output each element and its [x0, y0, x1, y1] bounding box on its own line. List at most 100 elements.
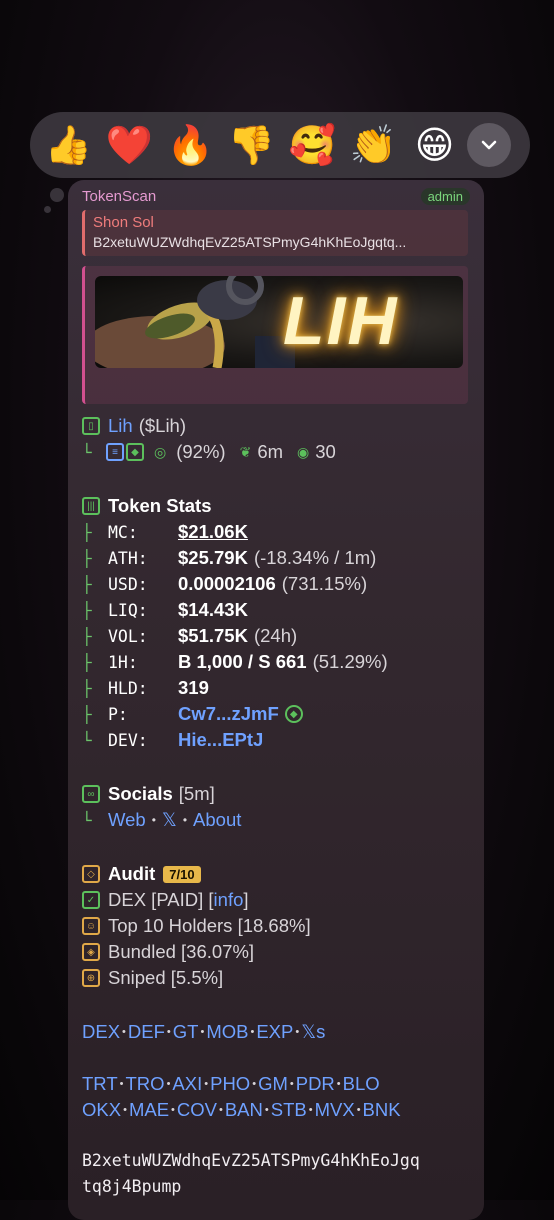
stat-label: P:	[108, 704, 128, 724]
link-mae[interactable]: MAE	[129, 1099, 169, 1121]
audit-top10: Top 10 Holders [18.68%]	[108, 915, 311, 936]
message-bubble[interactable]: TokenScan admin Shon Sol B2xetuWUZWdhqEv…	[68, 180, 484, 1220]
link-okx[interactable]: OKX	[82, 1099, 121, 1121]
audit-dex-row: ✓ DEX [PAID] [ info ]	[82, 888, 249, 912]
tree-connector: ├	[82, 704, 92, 724]
separator: •	[122, 1026, 126, 1038]
link-mvx[interactable]: MVX	[315, 1099, 355, 1121]
tree-connector: └	[82, 810, 92, 830]
link-def[interactable]: DEF	[128, 1021, 165, 1043]
pill-icon[interactable]: ◆	[126, 443, 144, 461]
reaction-clap[interactable]: 👏	[343, 117, 404, 173]
audit-dex: DEX [PAID] [	[108, 889, 214, 910]
stat-value-vol: $51.75K	[178, 625, 248, 646]
link-stb[interactable]: STB	[271, 1099, 307, 1121]
list-icon[interactable]: ≡	[106, 443, 124, 461]
link-ban[interactable]: BAN	[225, 1099, 263, 1121]
stat-extra: (24h)	[253, 625, 298, 646]
link-gt[interactable]: GT	[173, 1021, 199, 1043]
tree-connector: ├	[82, 678, 92, 698]
stat-label: VOL:	[108, 626, 148, 646]
reaction-love-face[interactable]: 🥰	[282, 117, 343, 173]
reaction-thumbs-up[interactable]: 👍	[38, 117, 99, 173]
pill-icon[interactable]: ◆	[284, 705, 303, 723]
separator: •	[123, 1104, 127, 1116]
about-link[interactable]: About	[193, 809, 241, 831]
reaction-bar: 👍 ❤️ 🔥 👎 🥰 👏 😁	[30, 112, 530, 178]
reply-author: Shon Sol	[93, 214, 154, 231]
token-ticker: ($Lih)	[138, 415, 187, 436]
tree-connector: ├	[82, 522, 92, 542]
contract-address-line-2[interactable]: tq8j4Bpump	[82, 1174, 181, 1198]
bundle-icon: ◈	[82, 943, 100, 961]
audit-sniped-row: ⊕ Sniped [5.5%]	[82, 966, 223, 990]
stat-row-p: ├ P: Cw7...zJmF ◆	[82, 702, 303, 726]
separator: •	[356, 1104, 361, 1116]
audit-bundled: Bundled [36.07%]	[108, 941, 255, 962]
reaction-thumbs-down[interactable]: 👎	[221, 117, 282, 173]
link-axi[interactable]: AXI	[172, 1073, 202, 1095]
stat-value-liq: $14.43K	[178, 599, 248, 620]
stat-value-usd: 0.00002106	[178, 573, 276, 594]
dex-info-link[interactable]: info	[214, 889, 244, 911]
x-link[interactable]: 𝕏	[162, 809, 177, 831]
link-gm[interactable]: GM	[258, 1073, 288, 1095]
stat-value-mc[interactable]: $21.06K	[178, 521, 248, 543]
reaction-grin[interactable]: 😁	[404, 117, 465, 173]
reaction-fire[interactable]: 🔥	[160, 117, 221, 173]
link-bnk[interactable]: BNK	[363, 1099, 401, 1121]
reply-text: B2xetuWUZWdhqEvZ25ATSPmyG4hKhEoJgqtq...	[93, 234, 407, 250]
stat-row-1h: ├ 1H: B 1,000 / S 661 (51.29%)	[82, 650, 388, 674]
link-mob[interactable]: MOB	[206, 1021, 248, 1043]
link-blo[interactable]: BLO	[343, 1073, 380, 1095]
pair-address-link[interactable]: Cw7...zJmF	[178, 703, 279, 725]
link-trt[interactable]: TRT	[82, 1073, 118, 1095]
shield-icon: ◇	[82, 865, 100, 883]
separator: •	[166, 1078, 171, 1090]
stat-value-ath: $25.79K	[178, 547, 248, 568]
link-cov[interactable]: COV	[177, 1099, 217, 1121]
reaction-bar-tail-small	[44, 206, 51, 213]
link-tro[interactable]: TRO	[126, 1073, 165, 1095]
separator: •	[171, 1104, 175, 1116]
link-icon: ∞	[82, 785, 100, 803]
stat-value-1h: B 1,000 / S 661	[178, 651, 307, 672]
reply-quote[interactable]: Shon Sol B2xetuWUZWdhqEvZ25ATSPmyG4hKhEo…	[82, 210, 468, 256]
token-name-row: ▯ Lih ($Lih)	[82, 414, 186, 438]
banner-art	[95, 276, 295, 368]
separator: •	[200, 1026, 205, 1038]
link-preview[interactable]: LIH	[82, 266, 468, 404]
separator: •	[218, 1104, 223, 1116]
link-exp[interactable]: EXP	[256, 1021, 293, 1043]
token-name-link[interactable]: Lih	[108, 415, 133, 437]
separator: •	[166, 1026, 171, 1038]
audit-sniped: Sniped [5.5%]	[108, 967, 224, 988]
stat-row-vol: ├ VOL: $51.75K (24h)	[82, 624, 297, 648]
web-link[interactable]: Web	[108, 809, 146, 831]
sprout-icon: ❦	[239, 443, 252, 460]
stats-heading: ||| Token Stats	[82, 494, 211, 518]
contract-address-line-1[interactable]: B2xetuWUZWdhqEvZ25ATSPmyG4hKhEoJgq	[82, 1148, 420, 1172]
dev-address-link[interactable]: Hie...EPtJ	[178, 729, 263, 751]
link-pdr[interactable]: PDR	[296, 1073, 335, 1095]
trade-links-row-3: OKX • MAE • COV • BAN • STB • MVX • BNK	[82, 1098, 401, 1122]
separator: •	[252, 1078, 257, 1090]
stat-row-ath: ├ ATH: $25.79K (-18.34% / 1m)	[82, 546, 376, 570]
more-reactions-button[interactable]	[467, 123, 511, 167]
stat-value-hld: 319	[178, 677, 209, 698]
tree-connector: └	[82, 442, 92, 462]
sender-name[interactable]: TokenScan	[82, 188, 156, 205]
token-age: 6m	[257, 441, 284, 462]
link-xs[interactable]: 𝕏s	[301, 1021, 325, 1043]
link-dex[interactable]: DEX	[82, 1021, 120, 1043]
reaction-heart[interactable]: ❤️	[99, 117, 160, 173]
reaction-bar-tail	[50, 188, 64, 202]
refresh-icon: ◎	[154, 443, 167, 460]
stat-extra: (51.29%)	[312, 651, 388, 672]
stat-row-usd: ├ USD: 0.00002106 (731.15%)	[82, 572, 367, 596]
bar-chart-icon: |||	[82, 497, 100, 515]
stat-label: HLD:	[108, 678, 148, 698]
link-pho[interactable]: PHO	[210, 1073, 250, 1095]
token-banner-image[interactable]: LIH	[95, 276, 463, 368]
admin-badge: admin	[420, 188, 470, 205]
